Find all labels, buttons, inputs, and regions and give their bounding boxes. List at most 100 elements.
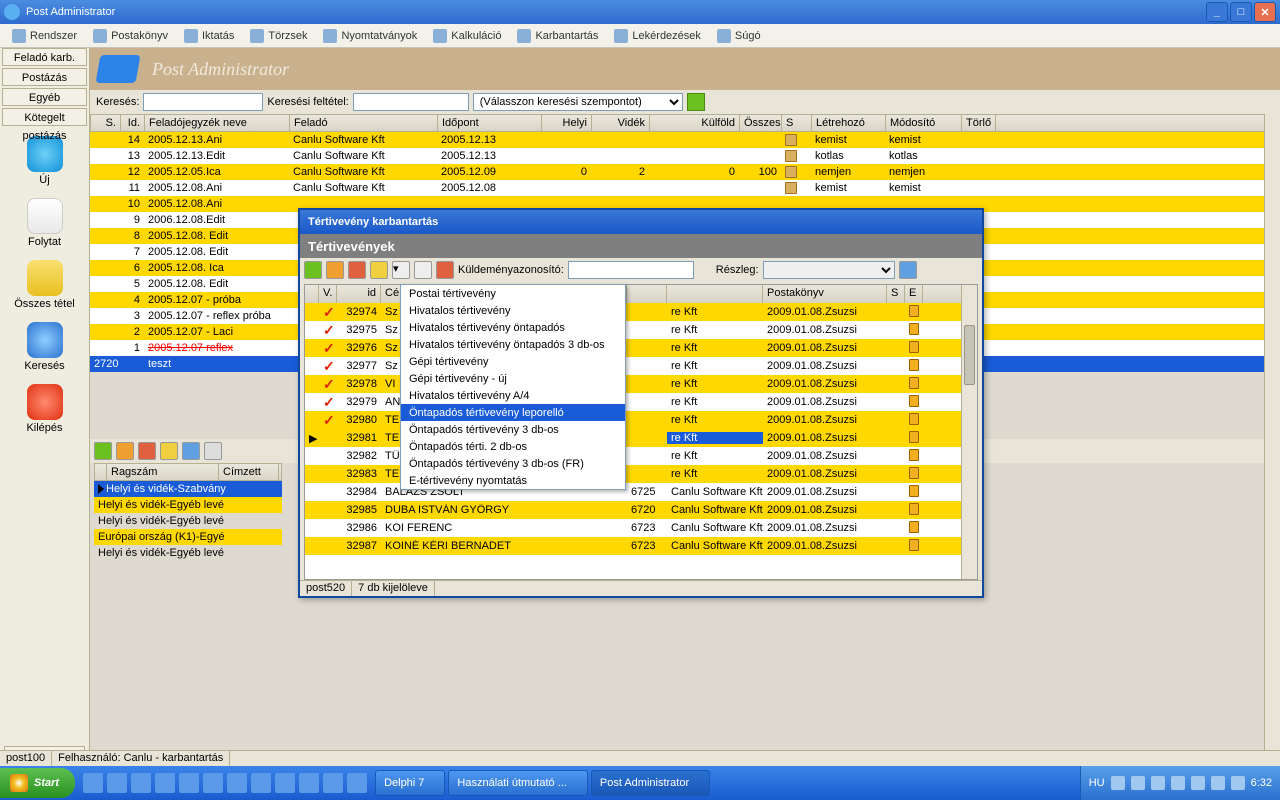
popup-item[interactable]: Öntapadós tértivevény 3 db-os (FR) <box>401 455 625 472</box>
ql-icon[interactable] <box>179 773 199 793</box>
modal-print-dropdown[interactable]: ▾ <box>392 261 410 279</box>
popup-item[interactable]: Öntapadós tértivevény 3 db-os <box>401 421 625 438</box>
options-icon[interactable] <box>204 442 222 460</box>
ql-icon[interactable] <box>251 773 271 793</box>
popup-item[interactable]: Hivatalos tértivevény öntapadós 3 db-os <box>401 336 625 353</box>
list-item[interactable]: Helyi és vidék-Egyéb levé <box>94 497 282 513</box>
table-row[interactable]: 122005.12.05.IcaCanlu Software Kft2005.1… <box>90 164 1280 180</box>
minimize-button[interactable]: _ <box>1206 2 1228 22</box>
ql-icon[interactable] <box>227 773 247 793</box>
tray-icon[interactable] <box>1111 776 1125 790</box>
tray-icon[interactable] <box>1211 776 1225 790</box>
popup-item[interactable]: Postai tértivevény <box>401 285 625 302</box>
mcol[interactable]: V. <box>319 285 337 303</box>
left-btn[interactable]: Egyéb <box>2 88 87 106</box>
mcol[interactable] <box>305 285 319 303</box>
left-btn[interactable]: Feladó karb. <box>2 48 87 66</box>
col[interactable]: S. <box>91 115 121 131</box>
modal-row[interactable]: 32987KOINÉ KÉRI BERNADET6723Canlu Softwa… <box>305 537 977 555</box>
popup-item[interactable]: Öntapadós térti. 2 db-os <box>401 438 625 455</box>
left-btn[interactable]: Kötegelt postázás <box>2 108 87 126</box>
search-aspect-select[interactable]: (Válasszon keresési szempontot) <box>473 93 683 111</box>
close-button[interactable]: ✕ <box>1254 2 1276 22</box>
edit-icon[interactable] <box>116 442 134 460</box>
menu-törzsek[interactable]: Törzsek <box>242 27 315 45</box>
modal-stop-icon[interactable] <box>436 261 454 279</box>
list-item[interactable]: Helyi és vidék-Egyéb levé <box>94 545 282 561</box>
mcol[interactable] <box>627 285 667 303</box>
col[interactable]: Törlő <box>962 115 996 131</box>
menu-lekérdezések[interactable]: Lekérdezések <box>606 27 709 45</box>
refresh-icon[interactable] <box>160 442 178 460</box>
modal-row[interactable]: 32986KOI FERENC6723Canlu Software Kft200… <box>305 519 977 537</box>
mcol[interactable] <box>667 285 763 303</box>
left-btn[interactable]: Postázás <box>2 68 87 86</box>
popup-item[interactable]: Öntapadós tértivevény leporelló <box>401 404 625 421</box>
tray-icon[interactable] <box>1151 776 1165 790</box>
tray-icon[interactable] <box>1131 776 1145 790</box>
mcol[interactable]: S <box>887 285 905 303</box>
modal-delete-icon[interactable] <box>348 261 366 279</box>
menu-karbantartás[interactable]: Karbantartás <box>509 27 606 45</box>
mcol[interactable]: Postakönyv <box>763 285 887 303</box>
popup-item[interactable]: Hivatalos tértivevény <box>401 302 625 319</box>
menu-iktatás[interactable]: Iktatás <box>176 27 242 45</box>
menu-súgó[interactable]: Súgó <box>709 27 769 45</box>
tray-icon[interactable] <box>1231 776 1245 790</box>
menu-rendszer[interactable]: Rendszer <box>4 27 85 45</box>
ql-icon[interactable] <box>131 773 151 793</box>
table-row[interactable]: 142005.12.13.AniCanlu Software Kft2005.1… <box>90 132 1280 148</box>
tray-icon[interactable] <box>1171 776 1185 790</box>
mcol[interactable]: id <box>337 285 381 303</box>
ql-icon[interactable] <box>155 773 175 793</box>
col[interactable]: Feladó <box>290 115 438 131</box>
col[interactable]: Külföld <box>650 115 740 131</box>
main-scrollbar[interactable] <box>1264 114 1280 750</box>
popup-item[interactable]: Hivatalos tértivevény A/4 <box>401 387 625 404</box>
ql-icon[interactable] <box>83 773 103 793</box>
popup-item[interactable]: Gépi tértivevény - új <box>401 370 625 387</box>
add-icon[interactable] <box>94 442 112 460</box>
modal-input-kuld[interactable] <box>568 261 694 279</box>
menu-kalkuláció[interactable]: Kalkuláció <box>425 27 509 45</box>
col[interactable]: Időpont <box>438 115 542 131</box>
col[interactable]: Módosító <box>886 115 962 131</box>
modal-world-icon[interactable] <box>414 261 432 279</box>
menu-nyomtatványok[interactable]: Nyomtatványok <box>315 27 425 45</box>
ql-icon[interactable] <box>203 773 223 793</box>
left-icon-Összes tétel[interactable]: Összes tétel <box>0 252 89 314</box>
list-item[interactable]: Helyi és vidék-Szabvány <box>94 481 282 497</box>
mcol[interactable]: E <box>905 285 923 303</box>
delete-icon[interactable] <box>138 442 156 460</box>
menu-postakönyv[interactable]: Postakönyv <box>85 27 176 45</box>
ql-icon[interactable] <box>347 773 367 793</box>
col[interactable]: Vidék <box>592 115 650 131</box>
popup-item[interactable]: Gépi tértivevény <box>401 353 625 370</box>
col[interactable]: Id. <box>121 115 145 131</box>
col[interactable]: S <box>782 115 812 131</box>
modal-add-icon[interactable] <box>304 261 322 279</box>
col[interactable]: Helyi <box>542 115 592 131</box>
modal-save-icon[interactable] <box>899 261 917 279</box>
col[interactable]: Feladójegyzék neve <box>145 115 290 131</box>
modal-help-icon[interactable] <box>370 261 388 279</box>
modal-edit-icon[interactable] <box>326 261 344 279</box>
table-row[interactable]: 132005.12.13.EditCanlu Software Kft2005.… <box>90 148 1280 164</box>
taskbar-task[interactable]: Post Administrator <box>591 770 710 796</box>
col[interactable]: Létrehozó <box>812 115 886 131</box>
search-input[interactable] <box>143 93 263 111</box>
popup-item[interactable]: Hivatalos tértivevény öntapadós <box>401 319 625 336</box>
search-condition-input[interactable] <box>353 93 469 111</box>
start-button[interactable]: Start <box>0 768 75 798</box>
popup-item[interactable]: E-tértivevény nyomtatás <box>401 472 625 489</box>
list-item[interactable]: Helyi és vidék-Egyéb levé <box>94 513 282 529</box>
modal-scrollbar[interactable] <box>961 285 977 579</box>
print-icon[interactable] <box>182 442 200 460</box>
ql-icon[interactable] <box>275 773 295 793</box>
taskbar-task[interactable]: Használati útmutató ... <box>448 770 587 796</box>
modal-select-reszleg[interactable] <box>763 261 895 279</box>
maximize-button[interactable]: □ <box>1230 2 1252 22</box>
search-go-button[interactable] <box>687 93 705 111</box>
taskbar-task[interactable]: Delphi 7 <box>375 770 445 796</box>
modal-row[interactable]: 32985DUBA ISTVÁN GYÖRGY6720Canlu Softwar… <box>305 501 977 519</box>
